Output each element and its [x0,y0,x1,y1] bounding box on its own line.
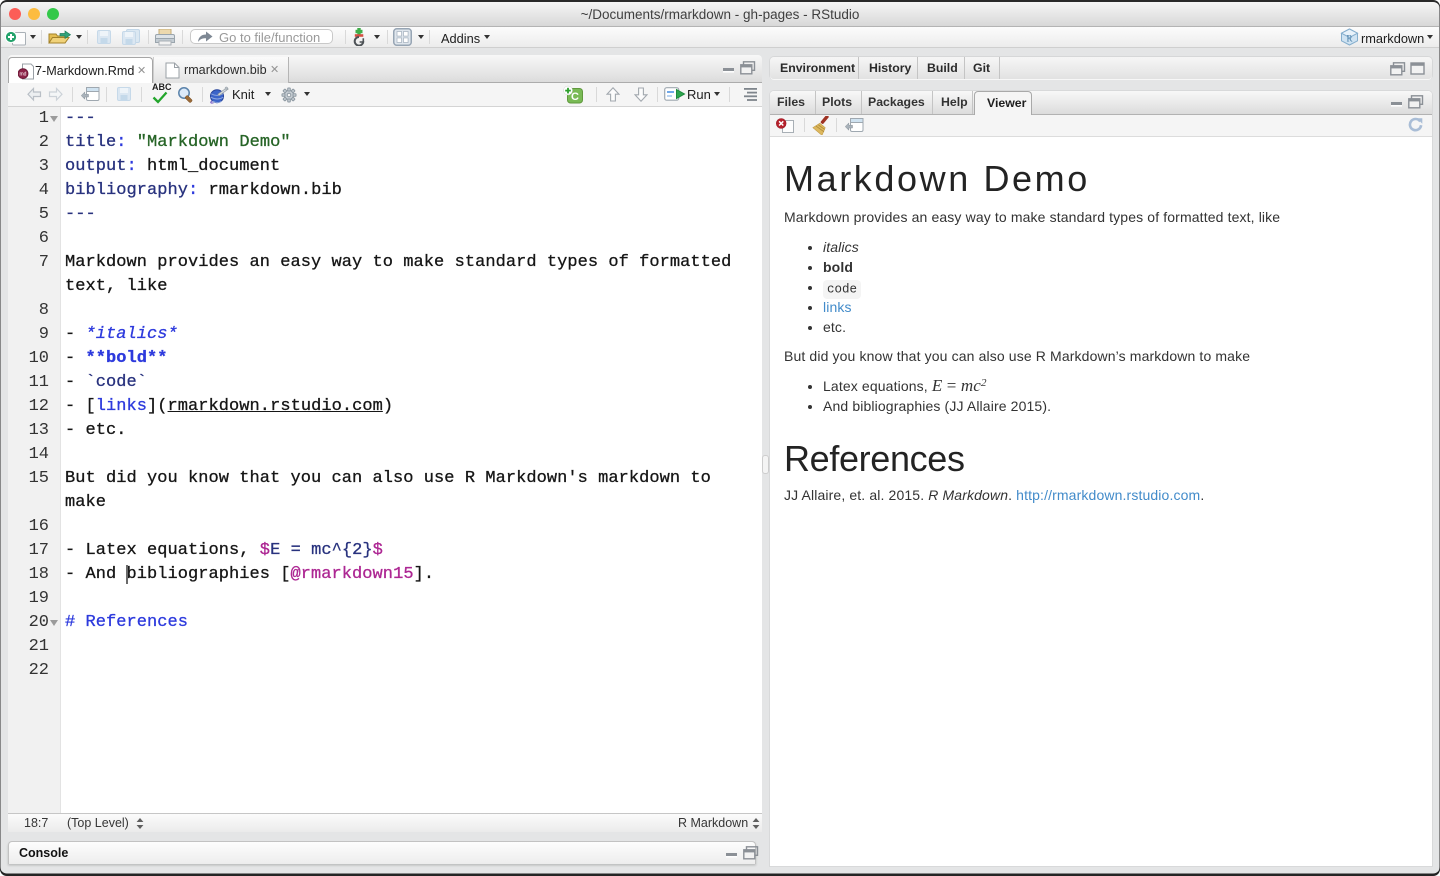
svg-text:C: C [571,91,579,103]
svg-text:md: md [20,72,27,78]
svg-text:R: R [1346,34,1352,44]
